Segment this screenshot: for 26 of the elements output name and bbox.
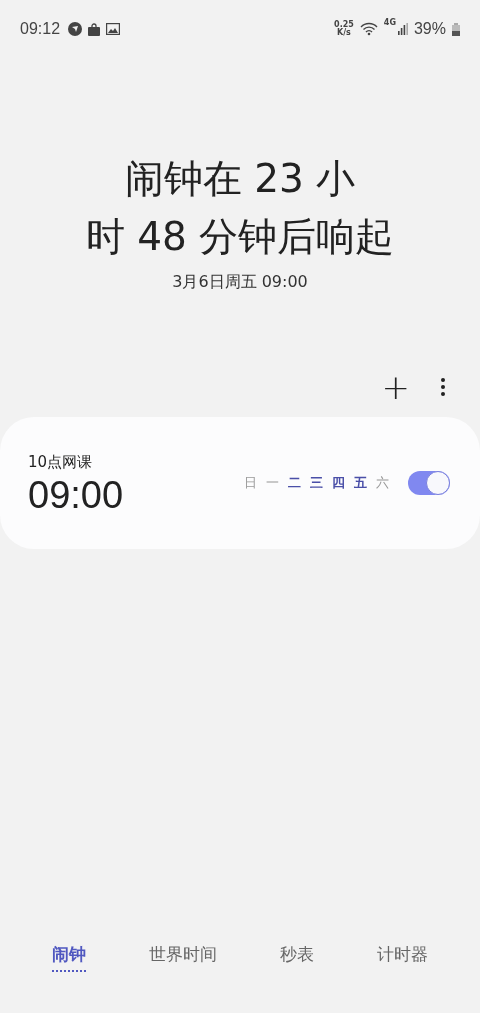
network-speed: 0.25 K/s (334, 21, 354, 37)
tab[interactable]: 秒表 (280, 943, 315, 972)
alarm-label: 10点网课 (28, 453, 94, 472)
weekday: 六 (375, 474, 390, 492)
wifi-icon (359, 22, 378, 36)
weekday: 日 (243, 474, 258, 492)
signal-icon (397, 23, 408, 35)
next-alarm-title: 闹钟在 23 小 时 48 分钟后响起 (85, 155, 395, 261)
battery-icon (452, 22, 460, 36)
next-alarm-date: 3月6日周五 09:00 (172, 272, 308, 293)
add-alarm-button[interactable]: + (381, 370, 410, 404)
network-type: 4G (383, 18, 396, 27)
battery-percent: 39% (413, 20, 446, 38)
alarm-toggle[interactable] (408, 471, 450, 495)
weekday: 五 (353, 474, 368, 492)
status-time: 09:12 (20, 20, 61, 38)
image-icon (106, 23, 121, 35)
tab[interactable]: 计时器 (377, 943, 429, 972)
tab[interactable]: 世界时间 (148, 943, 217, 972)
shopping-bag-icon (88, 22, 101, 36)
weekday: 二 (287, 474, 302, 492)
more-options-icon[interactable] (440, 377, 446, 397)
tab[interactable]: 闹钟 (51, 943, 86, 972)
alarm-time: 09:00 (28, 474, 124, 517)
weekday: 三 (309, 474, 324, 492)
weekday: 四 (331, 474, 346, 492)
